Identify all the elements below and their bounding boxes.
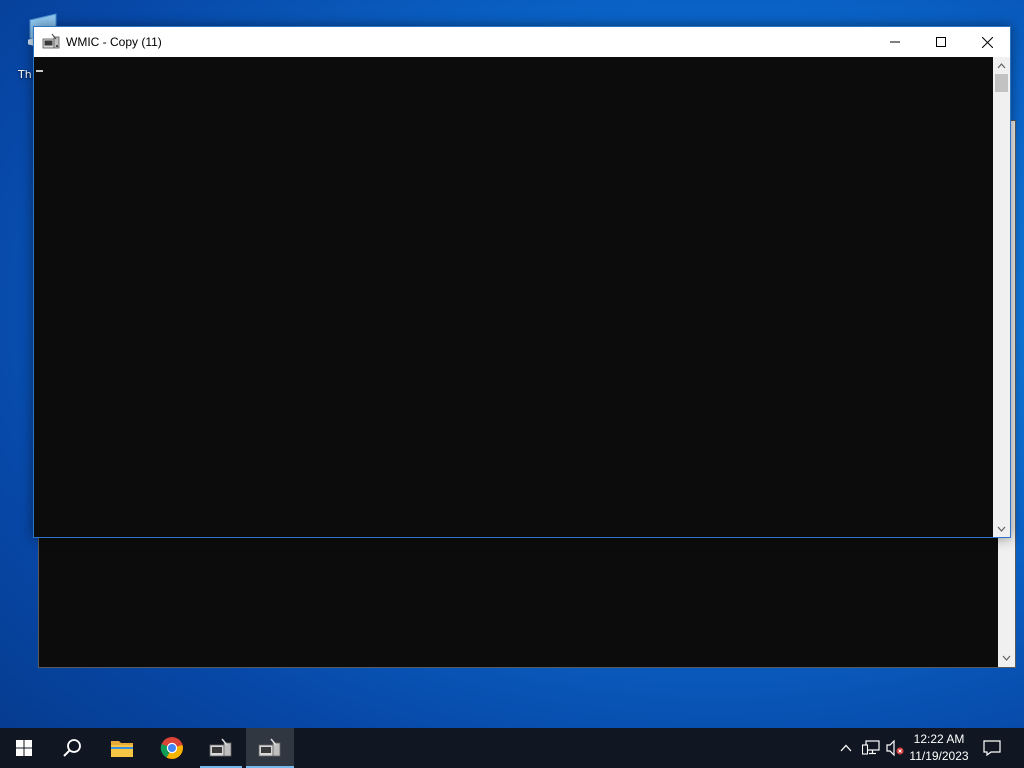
search-icon [63,739,81,757]
close-button[interactable] [964,27,1010,57]
show-hidden-icons-button[interactable] [836,728,856,768]
chrome-button[interactable] [148,728,196,768]
clock-time: 12:22 AM [913,732,965,746]
network-button[interactable] [860,728,882,768]
scroll-up-button[interactable] [993,57,1010,74]
scroll-down-button[interactable] [993,520,1010,537]
network-icon [862,740,880,755]
minimize-icon [890,41,900,43]
maximize-button[interactable] [918,27,964,57]
vertical-scrollbar[interactable] [993,57,1010,537]
volume-muted-icon [886,740,904,756]
windows-logo-icon [16,740,32,756]
console-app-icon [42,33,60,49]
clock-date: 11/19/2023 [909,749,969,763]
action-center-button[interactable] [978,728,1006,768]
chevron-up-icon [997,62,1006,68]
taskbar-item-wmic-2[interactable] [246,728,294,768]
title-bar[interactable]: WMIC - Copy (11) [34,27,1010,57]
console-output[interactable] [34,57,993,537]
taskbar: 12:22 AM 11/19/2023 [0,728,1024,768]
file-explorer-button[interactable] [98,728,146,768]
volume-button[interactable] [884,728,906,768]
desktop-icon-label: Th [18,68,32,81]
console-app-icon [258,738,281,757]
chevron-down-icon [997,526,1006,532]
minimize-button[interactable] [872,27,918,57]
console-app-icon [209,738,232,757]
start-button[interactable] [0,728,48,768]
maximize-icon [936,37,946,47]
scroll-thumb[interactable] [995,74,1008,92]
folder-icon [111,741,133,757]
chevron-down-icon[interactable] [998,650,1015,667]
search-button[interactable] [48,728,96,768]
close-icon [981,36,993,48]
chrome-icon [160,737,183,759]
clock[interactable]: 12:22 AM 11/19/2023 [906,731,972,765]
console-window[interactable]: WMIC - Copy (11) [33,26,1011,538]
chevron-up-icon [840,744,852,752]
window-title: WMIC - Copy (11) [66,35,162,49]
taskbar-item-wmic-1[interactable] [200,728,242,768]
text-cursor [36,70,43,72]
notification-icon [983,740,1001,756]
